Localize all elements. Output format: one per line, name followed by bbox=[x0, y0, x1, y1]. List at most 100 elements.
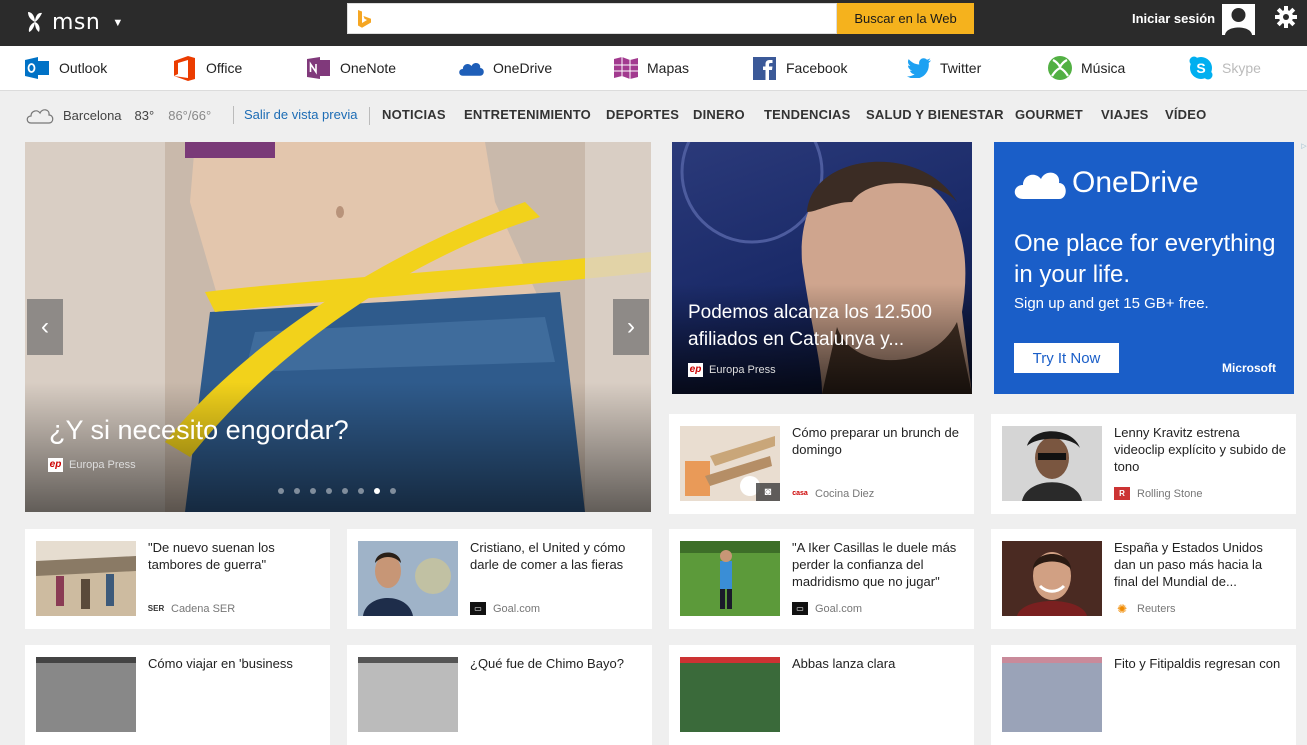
search-box bbox=[347, 3, 837, 34]
list-item-title[interactable]: Cómo viajar en 'business bbox=[148, 655, 320, 672]
nav-viajes[interactable]: VIAJES bbox=[1101, 107, 1148, 122]
try-it-now-button[interactable]: Try It Now bbox=[1014, 343, 1119, 373]
list-item-source: ✺ Reuters bbox=[1114, 602, 1176, 616]
nav-gourmet[interactable]: GOURMET bbox=[1015, 107, 1083, 122]
list-item-title[interactable]: Cómo preparar un brunch de domingo bbox=[792, 424, 964, 458]
nav-salud[interactable]: SALUD Y BIENESTAR bbox=[866, 107, 1004, 122]
nav-bar: Barcelona 83° 86°/66° Salir de vista pre… bbox=[0, 92, 1307, 138]
hero-card[interactable]: ‹ › ¿Y si necesito engordar? ep Europa P… bbox=[25, 142, 651, 512]
cadena-ser-logo: SER bbox=[147, 604, 165, 613]
rolling-stone-logo: R bbox=[1114, 487, 1130, 500]
bing-icon bbox=[358, 10, 371, 28]
search-button[interactable]: Buscar en la Web bbox=[837, 3, 974, 34]
list-item[interactable]: España y Estados Unidos dan un paso más … bbox=[991, 529, 1296, 629]
list-item-title[interactable]: España y Estados Unidos dan un paso más … bbox=[1114, 539, 1286, 590]
carousel-dot[interactable] bbox=[374, 488, 380, 494]
app-facebook[interactable]: Facebook bbox=[752, 55, 847, 81]
nav-video[interactable]: VÍDEO bbox=[1165, 107, 1206, 122]
onedrive-ad[interactable]: OneDrive One place for everything in you… bbox=[994, 142, 1294, 394]
list-item-title[interactable]: "De nuevo suenan los tambores de guerra" bbox=[148, 539, 320, 573]
carousel-dot[interactable] bbox=[358, 488, 364, 494]
app-maps[interactable]: Mapas bbox=[613, 55, 689, 81]
maps-icon bbox=[613, 56, 638, 81]
office-icon bbox=[172, 55, 197, 81]
onenote-icon bbox=[306, 56, 331, 81]
carousel-dot[interactable] bbox=[294, 488, 300, 494]
list-item-source: SER Cadena SER bbox=[147, 602, 236, 615]
list-item[interactable]: Lenny Kravitz estrena videoclip explícit… bbox=[991, 414, 1296, 514]
twitter-icon bbox=[906, 56, 931, 81]
list-item[interactable]: ◙ Cómo preparar un brunch de domingo cas… bbox=[669, 414, 974, 514]
avatar[interactable] bbox=[1222, 4, 1255, 35]
list-item[interactable]: "A Iker Casillas le duele más perder la … bbox=[669, 529, 974, 629]
list-item-title[interactable]: "A Iker Casillas le duele más perder la … bbox=[792, 539, 964, 590]
onedrive-icon bbox=[459, 56, 484, 81]
user-icon bbox=[1225, 8, 1252, 35]
outlook-icon bbox=[25, 56, 50, 81]
signin-link[interactable]: Iniciar sesión bbox=[1132, 11, 1215, 26]
xbox-music-icon bbox=[1047, 56, 1072, 81]
goal-logo: ▭ bbox=[470, 602, 486, 615]
nav-tendencias[interactable]: TENDENCIAS bbox=[764, 107, 851, 122]
svg-text:S: S bbox=[1196, 60, 1205, 76]
hero-source: ep Europa Press bbox=[48, 458, 136, 472]
europa-press-logo: ep bbox=[688, 363, 703, 377]
app-skype[interactable]: S Skype bbox=[1188, 55, 1261, 81]
search-input[interactable] bbox=[382, 7, 822, 31]
list-item[interactable]: Abbas lanza clara bbox=[669, 645, 974, 745]
news-title[interactable]: Podemos alcanza los 12.500 afiliados en … bbox=[688, 299, 958, 353]
app-onedrive[interactable]: OneDrive bbox=[459, 55, 552, 81]
list-item-source: casa Cocina Diez bbox=[792, 487, 875, 500]
news-card-podemos[interactable]: Podemos alcanza los 12.500 afiliados en … bbox=[672, 142, 972, 394]
basketball-thumbnail bbox=[1002, 541, 1102, 616]
list-item-title[interactable]: Fito y Fitipaldis regresan con bbox=[1114, 655, 1286, 672]
camera-icon: ◙ bbox=[756, 483, 780, 501]
list-item[interactable]: Cómo viajar en 'business bbox=[25, 645, 330, 745]
carousel-dot[interactable] bbox=[342, 488, 348, 494]
prev-arrow-button[interactable]: ‹ bbox=[27, 299, 63, 355]
carousel-dot[interactable] bbox=[326, 488, 332, 494]
weather-widget[interactable]: Barcelona 83° 86°/66° bbox=[26, 106, 211, 124]
list-item-source: ▭ Goal.com bbox=[792, 602, 862, 615]
europa-press-logo: ep bbox=[48, 458, 63, 472]
abbas-thumbnail bbox=[680, 657, 780, 732]
casillas-thumbnail bbox=[680, 541, 780, 616]
onedrive-icon bbox=[1014, 172, 1066, 199]
cristiano-thumbnail bbox=[358, 541, 458, 616]
list-item-title[interactable]: Lenny Kravitz estrena videoclip explícit… bbox=[1114, 424, 1286, 475]
list-item[interactable]: Fito y Fitipaldis regresan con bbox=[991, 645, 1296, 745]
list-item-title[interactable]: Cristiano, el United y cómo darle de com… bbox=[470, 539, 642, 573]
app-outlook[interactable]: Outlook bbox=[25, 55, 107, 81]
list-item[interactable]: ¿Qué fue de Chimo Bayo? bbox=[347, 645, 652, 745]
ad-headline: One place for everything in your life. bbox=[1014, 230, 1276, 288]
weather-temp: 83° bbox=[134, 107, 155, 123]
nav-dinero[interactable]: DINERO bbox=[693, 107, 745, 122]
carousel-dot[interactable] bbox=[278, 488, 284, 494]
gear-icon[interactable] bbox=[1274, 5, 1298, 29]
list-item[interactable]: "De nuevo suenan los tambores de guerra"… bbox=[25, 529, 330, 629]
chevron-down-icon[interactable]: ▼ bbox=[112, 17, 123, 29]
nav-deportes[interactable]: DEPORTES bbox=[606, 107, 679, 122]
next-arrow-button[interactable]: › bbox=[613, 299, 649, 355]
kravitz-thumbnail bbox=[1002, 426, 1102, 501]
nav-entretenimiento[interactable]: ENTRETENIMIENTO bbox=[464, 107, 591, 122]
news-source: ep Europa Press bbox=[688, 363, 776, 377]
app-office[interactable]: Office bbox=[172, 55, 242, 81]
list-item-title[interactable]: Abbas lanza clara bbox=[792, 655, 964, 672]
msn-logo[interactable]: msn ▼ bbox=[24, 6, 123, 38]
app-bar: Outlook Office OneNote OneDrive Mapas Fa… bbox=[0, 46, 1307, 91]
list-item-title[interactable]: ¿Qué fue de Chimo Bayo? bbox=[470, 655, 642, 672]
exit-preview-link[interactable]: Salir de vista previa bbox=[233, 106, 357, 124]
app-music[interactable]: Música bbox=[1047, 55, 1125, 81]
app-twitter[interactable]: Twitter bbox=[906, 55, 981, 81]
hero-title[interactable]: ¿Y si necesito engordar? bbox=[49, 415, 349, 446]
top-bar: msn ▼ Buscar en la Web Iniciar sesión bbox=[0, 0, 1307, 46]
carousel-dot[interactable] bbox=[310, 488, 316, 494]
adchoices-icon[interactable]: ▷ bbox=[1299, 142, 1307, 194]
carousel-dot[interactable] bbox=[390, 488, 396, 494]
nav-noticias[interactable]: NOTICIAS bbox=[382, 107, 446, 122]
cocina-diez-logo: casa bbox=[792, 490, 808, 497]
list-item[interactable]: Cristiano, el United y cómo darle de com… bbox=[347, 529, 652, 629]
microsoft-logo: Microsoft bbox=[1222, 361, 1276, 375]
app-onenote[interactable]: OneNote bbox=[306, 55, 396, 81]
